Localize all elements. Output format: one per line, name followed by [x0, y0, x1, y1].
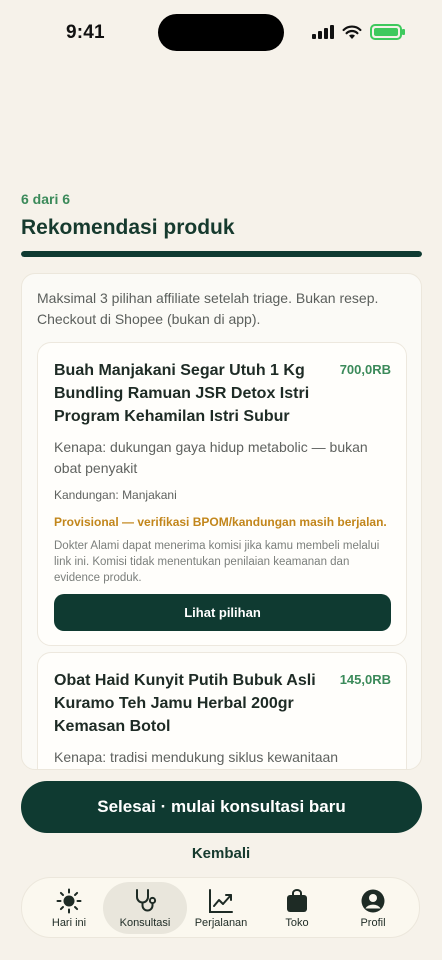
tab-bar: Hari ini Konsultasi Perjalanan Toko Prof… [21, 877, 420, 938]
stethoscope-icon [136, 888, 157, 911]
tab-toko[interactable]: Toko [255, 882, 339, 934]
profile-icon [361, 889, 385, 912]
tab-label: Perjalanan [194, 916, 248, 929]
chart-icon [209, 888, 233, 913]
page-title: Rekomendasi produk [21, 216, 235, 239]
step-indicator: 6 dari 6 [21, 191, 71, 207]
view-options-button[interactable]: Lihat pilihan [54, 594, 391, 631]
product-title: Obat Haid Kunyit Putih Bubuk Asli Kuramo… [54, 672, 316, 735]
tab-hari-ini[interactable]: Hari ini [27, 882, 111, 934]
product-price: 700,0RB [339, 362, 391, 377]
product-reason: Kenapa: dukungan gaya hidup metabolic — … [54, 439, 368, 476]
finish-new-consultation-button[interactable]: Selesai · mulai konsultasi baru [21, 781, 422, 833]
wifi-icon [342, 25, 362, 39]
status-bar: 9:41 [0, 0, 442, 64]
tab-label: Toko [285, 916, 309, 929]
cellular-signal-icon [312, 25, 334, 39]
tab-profil[interactable]: Profil [331, 882, 415, 934]
tab-konsultasi[interactable]: Konsultasi [103, 882, 187, 934]
battery-icon [370, 24, 405, 40]
tab-label: Profil [360, 916, 386, 929]
progress-bar-fill [21, 251, 422, 257]
bag-icon [287, 888, 307, 912]
tab-perjalanan[interactable]: Perjalanan [179, 882, 263, 934]
product-price: 145,0RB [339, 672, 391, 687]
product-card: Buah Manjakani Segar Utuh 1 Kg Bundling … [37, 342, 407, 646]
status-icons [312, 24, 405, 40]
status-time: 9:41 [66, 22, 105, 43]
verification-warning: Provisional — verifikasi BPOM/kandungan … [54, 515, 387, 529]
intro-text: Maksimal 3 pilihan affiliate setelah tri… [37, 290, 379, 327]
product-ingredients: Kandungan: Manjakani [54, 488, 177, 502]
dynamic-island [158, 14, 284, 51]
back-link[interactable]: Kembali [0, 845, 442, 862]
progress-bar [21, 251, 422, 257]
affiliate-disclosure: Dokter Alami dapat menerima komisi jika … [54, 540, 380, 584]
recommendation-card[interactable]: Maksimal 3 pilihan affiliate setelah tri… [21, 273, 422, 770]
sun-icon [56, 888, 82, 913]
product-card: Obat Haid Kunyit Putih Bubuk Asli Kuramo… [37, 652, 407, 769]
tab-label: Hari ini [51, 916, 87, 929]
product-reason: Kenapa: tradisi mendukung siklus kewanit… [54, 749, 339, 765]
product-title: Buah Manjakani Segar Utuh 1 Kg Bundling … [54, 362, 310, 425]
tab-label: Konsultasi [119, 916, 171, 929]
